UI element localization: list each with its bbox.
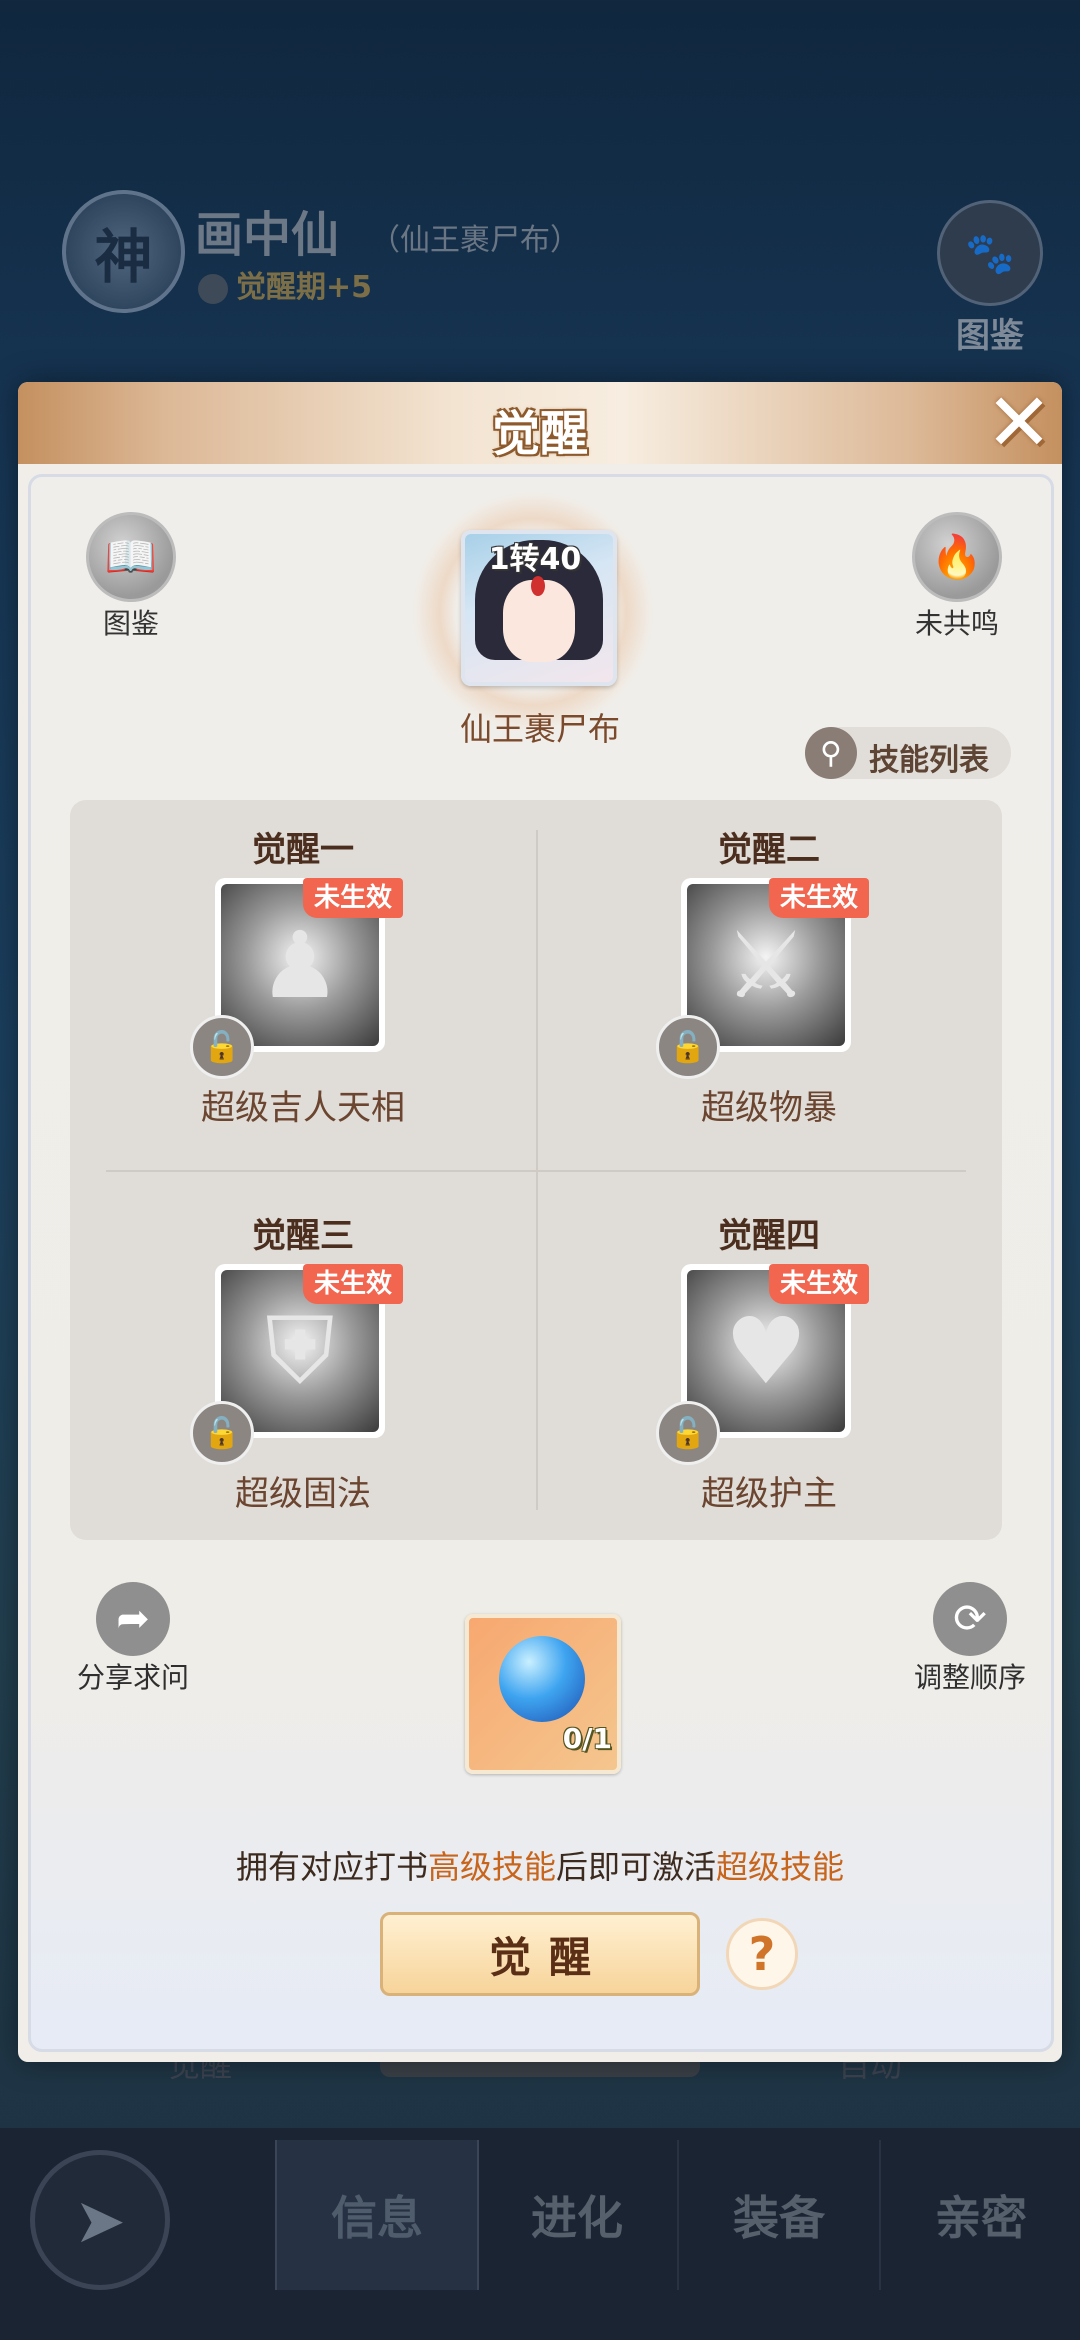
background-guide-button[interactable]: 🐾 图鉴 — [935, 200, 1045, 357]
status-badge: 未生效 — [769, 878, 869, 918]
lightning-icon — [198, 273, 228, 304]
awakening-slot-2[interactable]: 觉醒二 ⚔ 未生效 🔓 超级物暴 — [536, 800, 1002, 1170]
awakening-slot-3[interactable]: 觉醒三 ⛨ 未生效 🔓 超级固法 — [70, 1186, 536, 1556]
hint-text-2: 后即可激活 — [556, 1848, 717, 1886]
background-character-sub: （仙王裹尸布） — [370, 223, 580, 258]
guide-label: 图鉴 — [102, 607, 159, 640]
activation-hint: 拥有对应打书高级技能后即可激活超级技能 — [18, 1842, 1062, 1888]
status-badge: 未生效 — [303, 878, 403, 918]
tab-intimacy[interactable]: 亲密 — [881, 2140, 1080, 2290]
tab-info[interactable]: 信息 — [275, 2140, 479, 2290]
background-guide-label: 图鉴 — [956, 316, 1024, 356]
awakening-skill-name: 超级护主 — [701, 1474, 837, 1514]
resonance-button[interactable]: 🔥 未共鸣 — [892, 512, 1022, 642]
help-button[interactable]: ? — [726, 1918, 798, 1990]
awakening-grid: 觉醒一 ♟ 未生效 🔓 超级吉人天相 觉醒二 ⚔ 未生效 🔓 超级物暴 觉醒三 … — [70, 800, 1002, 1540]
awakening-title: 觉醒三 — [252, 1216, 354, 1256]
hint-highlight-2: 超级技能 — [716, 1848, 845, 1886]
tab-equipment[interactable]: 装备 — [679, 2140, 881, 2290]
awaken-button[interactable]: 觉醒 — [380, 1912, 700, 1996]
rarity-emblem: 神 — [62, 190, 185, 313]
background-character-name: 画中仙 — [195, 207, 340, 263]
book-icon: 📖 — [86, 512, 176, 602]
reorder-label: 调整顺序 — [913, 1661, 1026, 1694]
tab-evolve[interactable]: 进化 — [477, 2140, 679, 2290]
awakening-title: 觉醒二 — [718, 830, 820, 870]
awakening-title: 觉醒一 — [252, 830, 354, 870]
search-icon: ⚲ — [805, 727, 857, 779]
status-badge: 未生效 — [769, 1264, 869, 1304]
hint-text-1: 拥有对应打书 — [235, 1848, 428, 1886]
status-badge: 未生效 — [303, 1264, 403, 1304]
close-button[interactable]: ✕ — [980, 383, 1058, 463]
awaken-modal: 觉醒 ✕ 📖 图鉴 🔥 未共鸣 1转40 仙王裹尸布 ⚲ 技能列表 觉醒一 ♟ … — [18, 382, 1062, 2062]
hint-highlight-1: 高级技能 — [427, 1848, 556, 1886]
awakening-skill-name: 超级吉人天相 — [201, 1088, 405, 1128]
share-arrow-icon: ➦ — [96, 1582, 170, 1656]
awakening-title: 觉醒四 — [718, 1216, 820, 1256]
unlock-icon: 🔓 — [656, 1401, 720, 1465]
share-ask-button[interactable]: ➦ 分享求问 — [58, 1582, 208, 1696]
compass-icon[interactable]: ➤ — [30, 2150, 170, 2290]
awakening-skill-name: 超级固法 — [235, 1474, 371, 1514]
unlock-icon: 🔓 — [190, 1401, 254, 1465]
modal-title: 觉醒 — [491, 406, 588, 462]
paw-book-icon: 🐾 — [937, 200, 1043, 306]
awakening-slot-1[interactable]: 觉醒一 ♟ 未生效 🔓 超级吉人天相 — [70, 800, 536, 1170]
resonance-label: 未共鸣 — [914, 607, 999, 640]
reorder-button[interactable]: ⟳ 调整顺序 — [890, 1582, 1050, 1696]
portrait-level: 1转40 — [488, 542, 582, 577]
awakening-skill-name: 超级物暴 — [701, 1088, 837, 1128]
refresh-icon: ⟳ — [933, 1582, 1007, 1656]
background-stage: 觉醒期+5 — [198, 262, 372, 306]
flame-orb-icon: 🔥 — [912, 512, 1002, 602]
share-ask-label: 分享求问 — [76, 1661, 189, 1694]
material-count: 0/1 — [562, 1722, 612, 1755]
unlock-icon: 🔓 — [656, 1015, 720, 1079]
guide-button[interactable]: 📖 图鉴 — [66, 512, 196, 642]
skill-list-label: 技能列表 — [869, 743, 989, 778]
blue-orb-icon — [499, 1636, 585, 1722]
awakening-slot-4[interactable]: 觉醒四 ♥ 未生效 🔓 超级护主 — [536, 1186, 1002, 1556]
grid-divider-horizontal — [106, 1170, 966, 1172]
background-stage-label: 觉醒期+5 — [236, 270, 373, 305]
unlock-icon: 🔓 — [190, 1015, 254, 1079]
skill-list-button[interactable]: ⚲ 技能列表 — [805, 727, 1011, 779]
background-header — [0, 0, 1080, 380]
portrait-gem — [531, 576, 545, 596]
